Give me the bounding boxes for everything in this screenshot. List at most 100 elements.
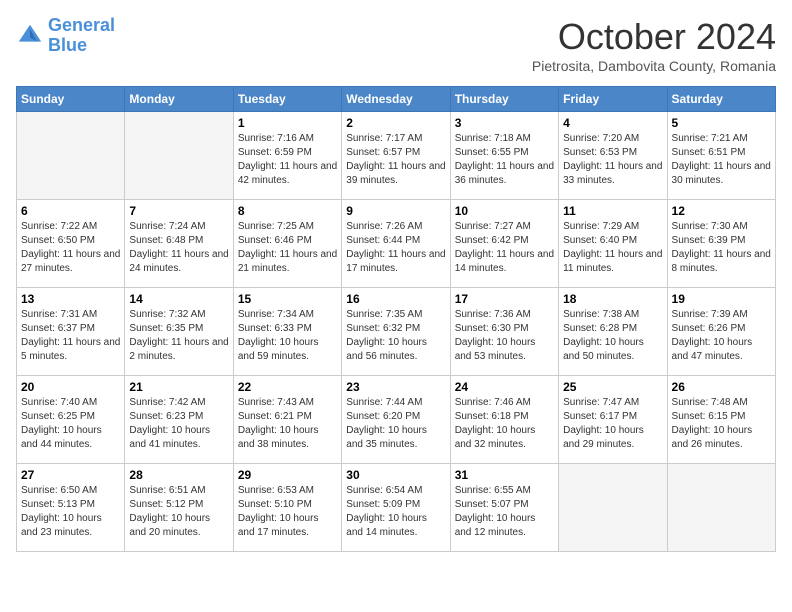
day-cell (17, 112, 125, 200)
day-info: Sunrise: 7:42 AM Sunset: 6:23 PM Dayligh… (129, 396, 228, 452)
header-day-wednesday: Wednesday (342, 87, 450, 112)
day-info: Sunrise: 7:44 AM Sunset: 6:20 PM Dayligh… (346, 396, 445, 452)
day-number: 24 (455, 380, 554, 394)
day-number: 10 (455, 204, 554, 218)
day-info: Sunrise: 7:43 AM Sunset: 6:21 PM Dayligh… (238, 396, 337, 452)
day-cell: 8 Sunrise: 7:25 AM Sunset: 6:46 PM Daylig… (233, 200, 341, 288)
day-cell: 28 Sunrise: 6:51 AM Sunset: 5:12 PM Dayli… (125, 464, 233, 552)
day-info: Sunrise: 6:50 AM Sunset: 5:13 PM Dayligh… (21, 484, 120, 540)
day-number: 28 (129, 468, 228, 482)
day-cell: 16 Sunrise: 7:35 AM Sunset: 6:32 PM Dayli… (342, 288, 450, 376)
day-cell: 31 Sunrise: 6:55 AM Sunset: 5:07 PM Dayli… (450, 464, 558, 552)
day-cell: 15Sunrise: 7:34 AM Sunset: 6:33 PM Dayli… (233, 288, 341, 376)
day-cell: 9 Sunrise: 7:26 AM Sunset: 6:44 PM Daylig… (342, 200, 450, 288)
day-info: Sunrise: 7:39 AM Sunset: 6:26 PM Dayligh… (672, 308, 771, 364)
title-block: October 2024 Pietrosita, Dambovita Count… (532, 16, 776, 74)
day-number: 16 (346, 292, 445, 306)
day-cell: 27Sunrise: 6:50 AM Sunset: 5:13 PM Dayli… (17, 464, 125, 552)
day-number: 31 (455, 468, 554, 482)
week-row-4: 20 Sunrise: 7:40 AM Sunset: 6:25 PM Dayli… (17, 376, 776, 464)
page-header: General Blue October 2024 Pietrosita, Da… (16, 16, 776, 74)
day-number: 4 (563, 116, 662, 130)
day-number: 12 (672, 204, 771, 218)
week-row-3: 13Sunrise: 7:31 AM Sunset: 6:37 PM Dayli… (17, 288, 776, 376)
day-cell: 2 Sunrise: 7:17 AM Sunset: 6:57 PM Daylig… (342, 112, 450, 200)
day-info: Sunrise: 7:46 AM Sunset: 6:18 PM Dayligh… (455, 396, 554, 452)
day-cell (559, 464, 667, 552)
day-number: 7 (129, 204, 228, 218)
month-title: October 2024 (532, 16, 776, 58)
day-info: Sunrise: 7:29 AM Sunset: 6:40 PM Dayligh… (563, 220, 662, 276)
day-info: Sunrise: 7:38 AM Sunset: 6:28 PM Dayligh… (563, 308, 662, 364)
day-info: Sunrise: 7:20 AM Sunset: 6:53 PM Dayligh… (563, 132, 662, 188)
day-cell: 6 Sunrise: 7:22 AM Sunset: 6:50 PM Daylig… (17, 200, 125, 288)
day-cell: 24 Sunrise: 7:46 AM Sunset: 6:18 PM Dayli… (450, 376, 558, 464)
day-cell: 7 Sunrise: 7:24 AM Sunset: 6:48 PM Daylig… (125, 200, 233, 288)
day-number: 18 (563, 292, 662, 306)
day-info: Sunrise: 7:17 AM Sunset: 6:57 PM Dayligh… (346, 132, 445, 188)
day-cell: 13Sunrise: 7:31 AM Sunset: 6:37 PM Dayli… (17, 288, 125, 376)
week-row-1: 1 Sunrise: 7:16 AM Sunset: 6:59 PM Daylig… (17, 112, 776, 200)
calendar-table: SundayMondayTuesdayWednesdayThursdayFrid… (16, 86, 776, 552)
day-cell: 11 Sunrise: 7:29 AM Sunset: 6:40 PM Dayli… (559, 200, 667, 288)
day-number: 2 (346, 116, 445, 130)
day-cell: 30 Sunrise: 6:54 AM Sunset: 5:09 PM Dayli… (342, 464, 450, 552)
header-day-sunday: Sunday (17, 87, 125, 112)
day-number: 15 (238, 292, 337, 306)
day-info: Sunrise: 7:48 AM Sunset: 6:15 PM Dayligh… (672, 396, 771, 452)
day-info: Sunrise: 7:16 AM Sunset: 6:59 PM Dayligh… (238, 132, 337, 188)
day-info: Sunrise: 7:26 AM Sunset: 6:44 PM Dayligh… (346, 220, 445, 276)
day-cell: 14Sunrise: 7:32 AM Sunset: 6:35 PM Dayli… (125, 288, 233, 376)
day-cell: 21 Sunrise: 7:42 AM Sunset: 6:23 PM Dayli… (125, 376, 233, 464)
day-cell: 4 Sunrise: 7:20 AM Sunset: 6:53 PM Daylig… (559, 112, 667, 200)
day-cell: 5 Sunrise: 7:21 AM Sunset: 6:51 PM Daylig… (667, 112, 775, 200)
day-number: 20 (21, 380, 120, 394)
day-number: 22 (238, 380, 337, 394)
day-info: Sunrise: 7:30 AM Sunset: 6:39 PM Dayligh… (672, 220, 771, 276)
day-cell: 26Sunrise: 7:48 AM Sunset: 6:15 PM Dayli… (667, 376, 775, 464)
day-cell: 25 Sunrise: 7:47 AM Sunset: 6:17 PM Dayli… (559, 376, 667, 464)
day-number: 30 (346, 468, 445, 482)
day-info: Sunrise: 7:31 AM Sunset: 6:37 PM Dayligh… (21, 308, 120, 364)
day-info: Sunrise: 6:51 AM Sunset: 5:12 PM Dayligh… (129, 484, 228, 540)
location: Pietrosita, Dambovita County, Romania (532, 58, 776, 74)
day-cell: 12 Sunrise: 7:30 AM Sunset: 6:39 PM Dayli… (667, 200, 775, 288)
day-number: 5 (672, 116, 771, 130)
day-info: Sunrise: 7:24 AM Sunset: 6:48 PM Dayligh… (129, 220, 228, 276)
header-day-thursday: Thursday (450, 87, 558, 112)
header-day-friday: Friday (559, 87, 667, 112)
day-number: 14 (129, 292, 228, 306)
day-info: Sunrise: 7:18 AM Sunset: 6:55 PM Dayligh… (455, 132, 554, 188)
day-cell: 20 Sunrise: 7:40 AM Sunset: 6:25 PM Dayli… (17, 376, 125, 464)
day-number: 11 (563, 204, 662, 218)
day-cell: 3 Sunrise: 7:18 AM Sunset: 6:55 PM Daylig… (450, 112, 558, 200)
day-info: Sunrise: 7:21 AM Sunset: 6:51 PM Dayligh… (672, 132, 771, 188)
day-info: Sunrise: 7:25 AM Sunset: 6:46 PM Dayligh… (238, 220, 337, 276)
day-info: Sunrise: 7:22 AM Sunset: 6:50 PM Dayligh… (21, 220, 120, 276)
day-info: Sunrise: 7:35 AM Sunset: 6:32 PM Dayligh… (346, 308, 445, 364)
day-number: 8 (238, 204, 337, 218)
day-number: 1 (238, 116, 337, 130)
day-number: 3 (455, 116, 554, 130)
header-day-saturday: Saturday (667, 87, 775, 112)
day-info: Sunrise: 7:40 AM Sunset: 6:25 PM Dayligh… (21, 396, 120, 452)
day-cell: 29Sunrise: 6:53 AM Sunset: 5:10 PM Dayli… (233, 464, 341, 552)
day-info: Sunrise: 7:47 AM Sunset: 6:17 PM Dayligh… (563, 396, 662, 452)
day-number: 29 (238, 468, 337, 482)
day-number: 21 (129, 380, 228, 394)
day-info: Sunrise: 7:36 AM Sunset: 6:30 PM Dayligh… (455, 308, 554, 364)
day-number: 25 (563, 380, 662, 394)
day-cell: 10Sunrise: 7:27 AM Sunset: 6:42 PM Dayli… (450, 200, 558, 288)
day-cell: 17Sunrise: 7:36 AM Sunset: 6:30 PM Dayli… (450, 288, 558, 376)
header-day-tuesday: Tuesday (233, 87, 341, 112)
header-day-monday: Monday (125, 87, 233, 112)
day-number: 6 (21, 204, 120, 218)
day-cell: 22 Sunrise: 7:43 AM Sunset: 6:21 PM Dayli… (233, 376, 341, 464)
day-info: Sunrise: 6:55 AM Sunset: 5:07 PM Dayligh… (455, 484, 554, 540)
day-number: 9 (346, 204, 445, 218)
day-cell (125, 112, 233, 200)
week-row-5: 27Sunrise: 6:50 AM Sunset: 5:13 PM Dayli… (17, 464, 776, 552)
day-info: Sunrise: 6:54 AM Sunset: 5:09 PM Dayligh… (346, 484, 445, 540)
logo-text: General Blue (48, 16, 115, 56)
day-cell: 1 Sunrise: 7:16 AM Sunset: 6:59 PM Daylig… (233, 112, 341, 200)
